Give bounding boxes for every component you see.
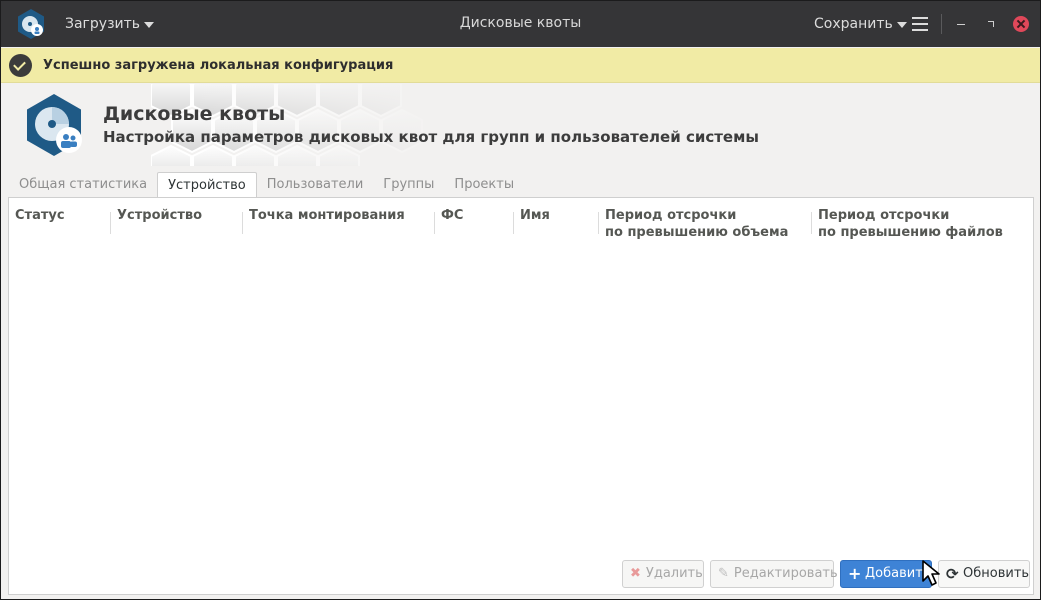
device-panel: Статус Устройство Точка монтирования ФС … <box>8 197 1034 595</box>
maximize-icon[interactable] <box>983 16 999 32</box>
tab-statistics[interactable]: Общая статистика <box>9 172 157 198</box>
close-icon[interactable] <box>1013 16 1029 32</box>
save-menu-label: Сохранить <box>814 16 893 32</box>
column-header-name[interactable]: Имя <box>514 207 550 224</box>
column-header-label: по превышению файлов <box>818 225 1003 240</box>
tab-device[interactable]: Устройство <box>157 172 257 198</box>
column-header-label: Устройство <box>117 208 203 223</box>
column-header-label: Период отсрочки <box>818 208 950 223</box>
x-icon: ✖ <box>630 566 641 581</box>
column-header-grace-files[interactable]: Период отсрочки по превышению файлов <box>812 207 1003 241</box>
app-window: Загрузить Дисковые квоты Сохранить Успеш… <box>0 0 1041 600</box>
plus-icon: + <box>848 564 862 583</box>
column-header-grace-size[interactable]: Период отсрочки по превышению объема <box>599 207 788 241</box>
tab-users[interactable]: Пользователи <box>257 172 374 198</box>
column-header-device[interactable]: Устройство <box>111 207 202 224</box>
add-button-label: Добавить <box>865 566 931 581</box>
hamburger-menu-icon[interactable] <box>912 17 928 31</box>
load-menu-label: Загрузить <box>65 16 141 32</box>
delete-button[interactable]: ✖ Удалить <box>622 560 704 588</box>
load-menu-button[interactable]: Загрузить <box>65 14 155 34</box>
disk-quota-icon <box>27 94 82 156</box>
column-header-mountpoint[interactable]: Точка монтирования <box>243 207 405 224</box>
column-header-label: Период отсрочки <box>605 208 737 223</box>
tab-projects[interactable]: Проекты <box>444 172 524 198</box>
minimize-icon[interactable] <box>953 16 969 32</box>
column-header-label: по превышению объема <box>605 225 789 240</box>
add-button[interactable]: + Добавить <box>840 560 932 588</box>
pencil-icon: ✎ <box>718 566 729 581</box>
info-bar: Успешно загружена локальная конфигурация <box>1 48 1040 83</box>
disk-quota-icon <box>18 9 44 39</box>
column-header-label: ФС <box>441 208 464 223</box>
edit-button-label: Редактировать <box>733 566 838 581</box>
banner: Дисковые квоты Настройка параметров диск… <box>1 84 1040 166</box>
refresh-icon: ⟳ <box>946 565 959 583</box>
header-separator <box>941 14 942 34</box>
delete-button-label: Удалить <box>645 566 703 581</box>
refresh-button[interactable]: ⟳ Обновить <box>938 560 1030 588</box>
save-menu-button[interactable]: Сохранить <box>814 14 907 34</box>
info-message: Успешно загружена локальная конфигурация <box>43 58 394 73</box>
edit-button[interactable]: ✎ Редактировать <box>710 560 838 588</box>
refresh-button-label: Обновить <box>963 566 1030 581</box>
chevron-down-icon <box>144 21 155 28</box>
tab-bar: Общая статистика Устройство Пользователи… <box>9 172 524 198</box>
column-header-status[interactable]: Статус <box>9 207 65 224</box>
column-header-label: Точка монтирования <box>249 208 405 223</box>
header-bar: Загрузить Дисковые квоты Сохранить <box>1 1 1040 47</box>
banner-title: Дисковые квоты <box>103 103 286 125</box>
hexagon-pattern <box>151 84 451 166</box>
column-header-label: Имя <box>520 208 550 223</box>
table-header: Статус Устройство Точка монтирования ФС … <box>9 198 1033 246</box>
column-header-fs[interactable]: ФС <box>435 207 463 224</box>
column-header-label: Статус <box>15 208 65 223</box>
chevron-down-icon <box>896 21 907 28</box>
banner-subtitle: Настройка параметров дисковых квот для г… <box>103 128 759 146</box>
checkmark-icon <box>9 54 32 77</box>
tab-groups[interactable]: Группы <box>373 172 444 198</box>
